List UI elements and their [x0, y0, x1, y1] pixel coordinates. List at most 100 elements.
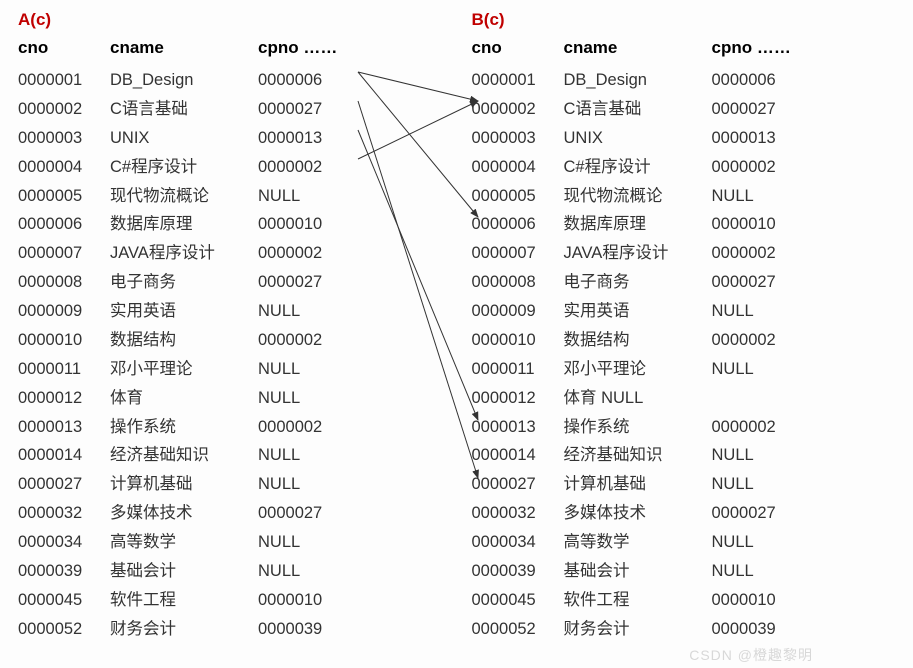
cno-cell: 0000045 [472, 586, 564, 615]
cname-cell: 数据结构 [110, 326, 258, 355]
cno-cell: 0000027 [18, 470, 110, 499]
cpno-cell: 0000010 [712, 210, 872, 239]
cno-cell: 0000009 [472, 297, 564, 326]
cname-cell: DB_Design [564, 66, 712, 95]
cpno-cell: NULL [258, 384, 418, 413]
table-row: 0000034高等数学NULL [18, 528, 442, 557]
cno-cell: 0000039 [472, 557, 564, 586]
cpno-cell: 0000010 [258, 586, 418, 615]
cpno-cell: 0000027 [258, 95, 418, 124]
cno-cell: 0000052 [472, 615, 564, 644]
table-block-a: A(c) cno cname cpno …… 0000001DB_Design0… [18, 10, 442, 644]
cname-cell: 数据库原理 [110, 210, 258, 239]
cname-cell: 现代物流概论 [564, 182, 712, 211]
block-title-b: B(c) [472, 10, 896, 30]
cname-cell: C#程序设计 [564, 153, 712, 182]
cname-cell: 多媒体技术 [564, 499, 712, 528]
table-row: 0000009实用英语NULL [472, 297, 896, 326]
cname-cell: 计算机基础 [564, 470, 712, 499]
table-row: 0000007JAVA程序设计0000002 [472, 239, 896, 268]
cname-cell: 数据结构 [564, 326, 712, 355]
cpno-cell: 0000002 [258, 413, 418, 442]
cpno-cell: NULL [258, 557, 418, 586]
table-row: 0000004C#程序设计0000002 [472, 153, 896, 182]
table-row: 0000032多媒体技术0000027 [18, 499, 442, 528]
table-row: 0000034高等数学NULL [472, 528, 896, 557]
watermark-text: CSDN @橙趣黎明 [689, 645, 813, 665]
cpno-cell [712, 384, 872, 413]
cno-cell: 0000032 [472, 499, 564, 528]
cno-cell: 0000005 [472, 182, 564, 211]
cno-cell: 0000012 [472, 384, 564, 413]
cpno-cell: NULL [258, 355, 418, 384]
cname-cell: C语言基础 [564, 95, 712, 124]
cno-cell: 0000014 [472, 441, 564, 470]
table-row: 0000012体育NULL [18, 384, 442, 413]
cno-cell: 0000014 [18, 441, 110, 470]
cpno-cell: NULL [258, 528, 418, 557]
table-header-b: cno cname cpno …… [472, 38, 896, 58]
cname-cell: C#程序设计 [110, 153, 258, 182]
cname-cell: 计算机基础 [110, 470, 258, 499]
cno-cell: 0000008 [472, 268, 564, 297]
table-row: 0000013操作系统0000002 [18, 413, 442, 442]
cname-cell: 高等数学 [564, 528, 712, 557]
cname-cell: 电子商务 [110, 268, 258, 297]
cname-cell: 软件工程 [564, 586, 712, 615]
cno-cell: 0000001 [472, 66, 564, 95]
cno-cell: 0000010 [472, 326, 564, 355]
cpno-cell: 0000006 [712, 66, 872, 95]
table-row: 0000052财务会计0000039 [472, 615, 896, 644]
table-row: 0000004C#程序设计0000002 [18, 153, 442, 182]
table-row: 0000005现代物流概论NULL [18, 182, 442, 211]
table-row: 0000010数据结构0000002 [472, 326, 896, 355]
cname-cell: 基础会计 [564, 557, 712, 586]
table-row: 0000045软件工程0000010 [18, 586, 442, 615]
cpno-cell: 0000002 [258, 239, 418, 268]
cno-cell: 0000010 [18, 326, 110, 355]
block-title-a: A(c) [18, 10, 442, 30]
cname-cell: 高等数学 [110, 528, 258, 557]
table-row: 0000002C语言基础0000027 [472, 95, 896, 124]
cno-cell: 0000009 [18, 297, 110, 326]
table-row: 0000045软件工程0000010 [472, 586, 896, 615]
cpno-cell: 0000013 [712, 124, 872, 153]
cpno-cell: 0000010 [712, 586, 872, 615]
cname-cell: 数据库原理 [564, 210, 712, 239]
table-row: 0000005现代物流概论NULL [472, 182, 896, 211]
cpno-cell: 0000027 [258, 499, 418, 528]
cpno-cell: 0000027 [258, 268, 418, 297]
cpno-cell: 0000039 [258, 615, 418, 644]
cname-cell: 经济基础知识 [110, 441, 258, 470]
cno-cell: 0000004 [472, 153, 564, 182]
table-row: 0000003UNIX0000013 [472, 124, 896, 153]
cno-cell: 0000013 [18, 413, 110, 442]
table-block-b: B(c) cno cname cpno …… 0000001DB_Design0… [472, 10, 896, 644]
cno-cell: 0000007 [472, 239, 564, 268]
header-cno: cno [18, 38, 110, 58]
cname-cell: 操作系统 [564, 413, 712, 442]
cname-cell: 基础会计 [110, 557, 258, 586]
table-row: 0000012体育 NULL [472, 384, 896, 413]
table-row: 0000006数据库原理0000010 [472, 210, 896, 239]
cpno-cell: 0000006 [258, 66, 418, 95]
table-row: 0000008电子商务0000027 [472, 268, 896, 297]
cno-cell: 0000045 [18, 586, 110, 615]
cno-cell: 0000003 [18, 124, 110, 153]
table-row: 0000011邓小平理论NULL [18, 355, 442, 384]
cname-cell: JAVA程序设计 [110, 239, 258, 268]
cpno-cell: NULL [712, 355, 872, 384]
cno-cell: 0000006 [18, 210, 110, 239]
cno-cell: 0000002 [18, 95, 110, 124]
cno-cell: 0000011 [472, 355, 564, 384]
cpno-cell: NULL [712, 557, 872, 586]
cno-cell: 0000013 [472, 413, 564, 442]
cpno-cell: NULL [712, 182, 872, 211]
cpno-cell: NULL [712, 470, 872, 499]
table-row: 0000001DB_Design0000006 [18, 66, 442, 95]
table-row: 0000011邓小平理论NULL [472, 355, 896, 384]
cname-cell: C语言基础 [110, 95, 258, 124]
cpno-cell: NULL [712, 528, 872, 557]
cno-cell: 0000034 [472, 528, 564, 557]
cno-cell: 0000007 [18, 239, 110, 268]
